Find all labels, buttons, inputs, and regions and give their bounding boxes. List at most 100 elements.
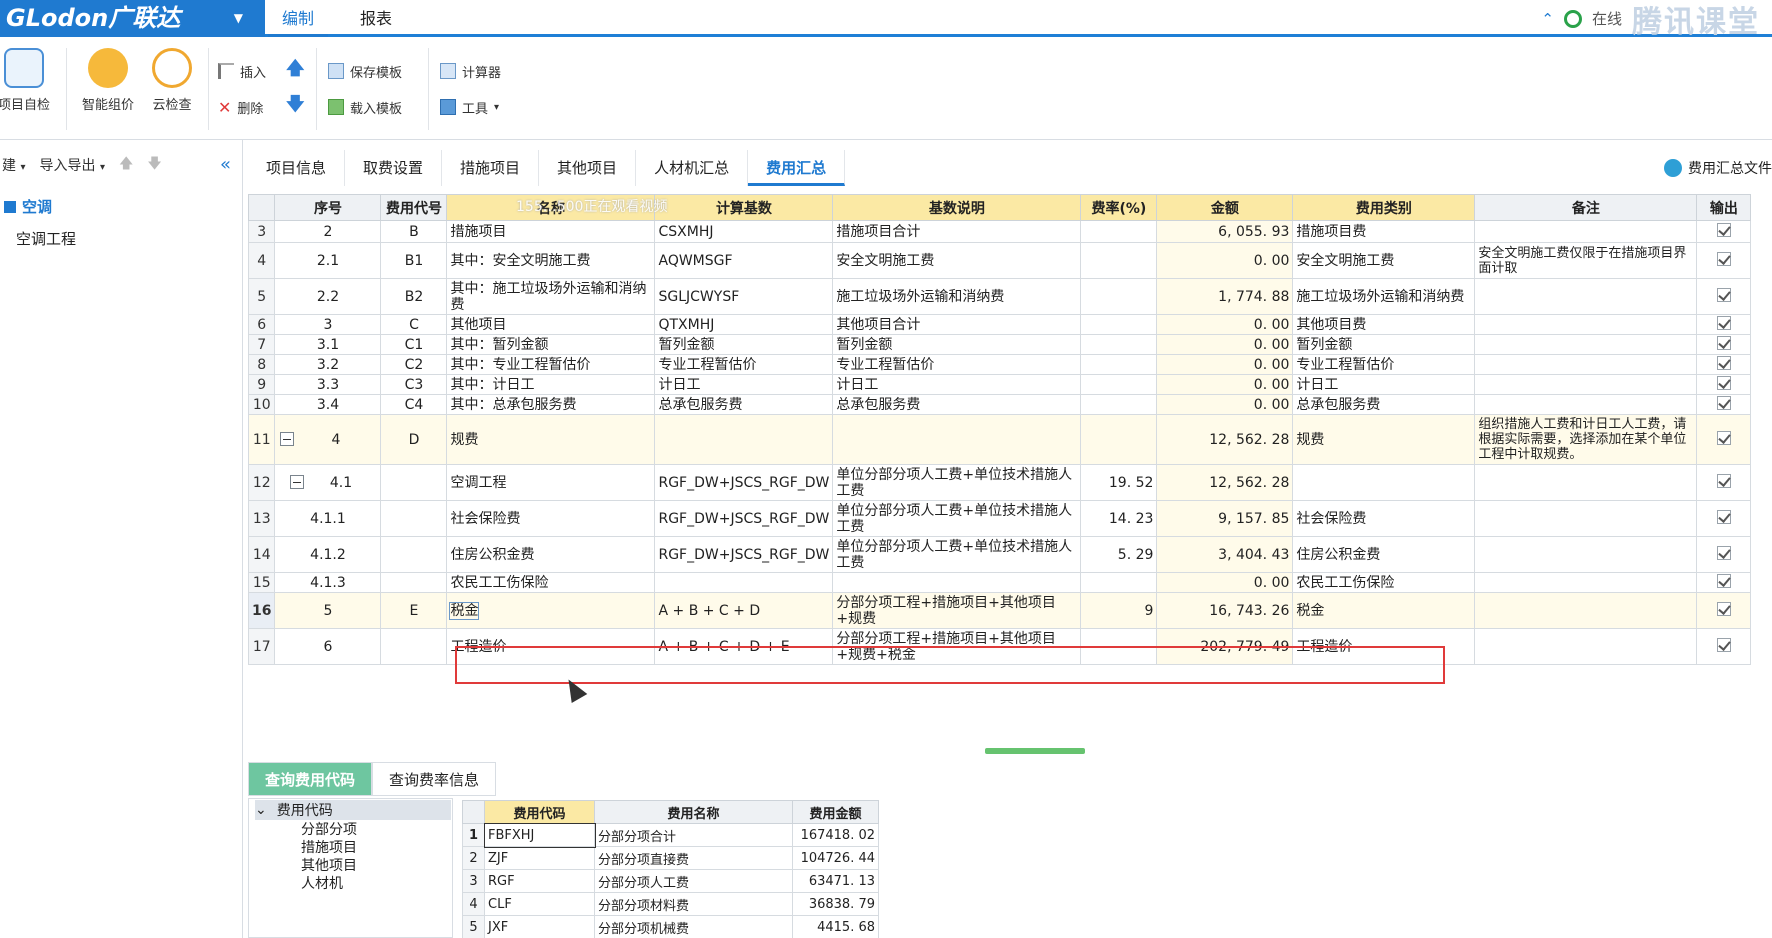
cell-seq[interactable]: 4.1.2 — [274, 536, 382, 573]
cell-category[interactable]: 安全文明施工费 — [1292, 242, 1476, 279]
cell-code[interactable]: C2 — [380, 354, 448, 375]
row-number[interactable]: 13 — [247, 500, 276, 537]
tab-project-info[interactable]: 项目信息 — [248, 150, 346, 186]
cell-code[interactable] — [380, 464, 448, 501]
collapse-minus-icon[interactable] — [290, 474, 305, 489]
cell-base[interactable] — [654, 572, 834, 593]
cell-code[interactable]: C1 — [380, 334, 448, 355]
cell-base[interactable]: AQWMSGF — [654, 242, 834, 279]
cell-base[interactable]: A + B + C + D — [654, 592, 834, 629]
tab-query-rate-info[interactable]: 查询费率信息 — [372, 762, 497, 796]
cell-category[interactable]: 暂列金额 — [1292, 334, 1476, 355]
list-item[interactable]: 3 RGF 分部分项人工费 63471. 13 — [462, 869, 879, 893]
cell-seq[interactable]: 4.1.1 — [274, 500, 382, 537]
tools-button[interactable]: 工具 ▾ — [440, 96, 499, 118]
output-checkbox[interactable] — [1716, 430, 1731, 445]
row-number[interactable]: 7 — [247, 334, 276, 355]
cell-amount[interactable]: 0. 00 — [1156, 314, 1294, 335]
cell-code[interactable]: C4 — [380, 394, 448, 415]
table-row[interactable]: 11 4 D 规费 12, 562. 28 规费 组织措施人工费和计日工人工费，请根据实际需… — [247, 414, 1752, 465]
calculator-button[interactable]: 计算器 — [440, 60, 501, 82]
cell-base[interactable]: 专业工程暂估价 — [654, 354, 834, 375]
cell-rate[interactable] — [1080, 314, 1158, 335]
table-row[interactable]: 12 4.1 空调工程 RGF_DW+JSCS_RGF_DW 单位分部分项人工费+单位技… — [247, 464, 1752, 501]
insert-button[interactable]: 插入 — [218, 60, 266, 82]
cell-rate[interactable] — [1080, 572, 1158, 593]
header-base-desc[interactable]: 基数说明 — [832, 194, 1082, 221]
tree-node-measures[interactable]: 措施项目 — [301, 837, 357, 857]
collapse-minus-icon[interactable] — [280, 431, 295, 446]
table-row[interactable]: 16 5 E 税金 A + B + C + D 分部分项工程+措施项目+其他项目+规费 9 1… — [247, 592, 1752, 629]
cell-note[interactable] — [1474, 592, 1698, 629]
cell-note[interactable] — [1474, 536, 1698, 573]
cell-base-desc[interactable]: 安全文明施工费 — [832, 242, 1082, 279]
cell-seq[interactable]: 3.4 — [274, 394, 382, 415]
cell-note[interactable] — [1474, 464, 1698, 501]
project-check-button[interactable]: 项目自检 — [0, 48, 58, 113]
header-fee-amount[interactable]: 费用金额 — [792, 800, 879, 824]
table-row[interactable]: 7 3.1 C1 其中：暂列金额 暂列金额 暂列金额 0. 00 暂列金额 — [247, 334, 1752, 355]
output-checkbox[interactable] — [1716, 473, 1731, 488]
cell-category[interactable]: 社会保险费 — [1292, 500, 1476, 537]
cell-fee-code[interactable]: RGF — [484, 869, 595, 893]
cell-fee-amount[interactable]: 4415. 68 — [792, 915, 879, 938]
cell-base[interactable]: RGF_DW+JSCS_RGF_DW — [654, 464, 834, 501]
header-category[interactable]: 费用类别 — [1292, 194, 1476, 221]
row-number[interactable]: 9 — [247, 374, 276, 395]
cell-note[interactable] — [1474, 220, 1698, 243]
cell-amount[interactable]: 0. 00 — [1156, 572, 1294, 593]
cell-amount[interactable]: 12, 562. 28 — [1156, 464, 1294, 501]
online-label[interactable]: 在线 — [1592, 8, 1622, 29]
cell-rate[interactable] — [1080, 414, 1158, 465]
header-base[interactable]: 计算基数 — [654, 194, 834, 221]
cell-base-desc[interactable]: 单位分部分项人工费+单位技术措施人工费 — [832, 464, 1082, 501]
cell-base-desc[interactable]: 暂列金额 — [832, 334, 1082, 355]
tab-query-fee-code[interactable]: 查询费用代码 — [248, 762, 373, 796]
cell-category[interactable]: 施工垃圾场外运输和消纳费 — [1292, 278, 1476, 315]
save-template-button[interactable]: 保存模板 — [328, 60, 402, 82]
cell-base[interactable]: 总承包服务费 — [654, 394, 834, 415]
cell-code[interactable]: B1 — [380, 242, 448, 279]
cell-seq[interactable]: 3 — [274, 314, 382, 335]
header-seq[interactable]: 序号 — [274, 194, 382, 221]
cell-rate[interactable]: 19. 52 — [1080, 464, 1158, 501]
cell-code[interactable]: B — [380, 220, 448, 243]
output-checkbox[interactable] — [1716, 287, 1731, 302]
cell-name[interactable]: 其中：暂列金额 — [446, 334, 656, 355]
cell-amount[interactable]: 0. 00 — [1156, 334, 1294, 355]
cell-category[interactable]: 税金 — [1292, 592, 1476, 629]
cell-base-desc[interactable]: 措施项目合计 — [832, 220, 1082, 243]
output-checkbox[interactable] — [1716, 251, 1731, 266]
cell-fee-amount[interactable]: 63471. 13 — [792, 869, 879, 893]
tab-fee-settings[interactable]: 取费设置 — [345, 150, 443, 186]
cell-base[interactable]: CSXMHJ — [654, 220, 834, 243]
cell-note[interactable] — [1474, 334, 1698, 355]
cell-fee-name[interactable]: 分部分项直接费 — [594, 846, 793, 870]
cell-seq[interactable]: 4 — [274, 414, 382, 465]
cell-name[interactable]: 住房公积金费 — [446, 536, 656, 573]
cell-code[interactable]: E — [380, 592, 448, 629]
cell-category[interactable]: 规费 — [1292, 414, 1476, 465]
cell-fee-code[interactable]: ZJF — [484, 846, 595, 870]
import-export-button[interactable]: 导入导出 ▾ — [39, 155, 104, 175]
chevron-up-icon[interactable]: ⌃ — [1541, 10, 1554, 28]
load-template-button[interactable]: 载入模板 — [328, 96, 402, 118]
cell-base-desc[interactable]: 计日工 — [832, 374, 1082, 395]
cell-base-desc[interactable]: 分部分项工程+措施项目+其他项目+规费 — [832, 592, 1082, 629]
table-row[interactable]: 6 3 C 其他项目 QTXMHJ 其他项目合计 0. 00 其他项目费 — [247, 314, 1752, 335]
cell-output[interactable] — [1696, 220, 1752, 243]
output-checkbox[interactable] — [1716, 335, 1731, 350]
list-item[interactable]: 1 FBFXHJ 分部分项合计 167418. 02 — [462, 822, 879, 848]
cell-name[interactable]: 其中：专业工程暂估价 — [446, 354, 656, 375]
tree-node-other[interactable]: 其他项目 — [301, 855, 357, 875]
cell-note[interactable]: 安全文明施工费仅限于在措施项目界面计取 — [1474, 242, 1698, 279]
cell-category[interactable]: 措施项目费 — [1292, 220, 1476, 243]
cell-name[interactable]: 其中：安全文明施工费 — [446, 242, 656, 279]
row-number[interactable]: 4 — [247, 242, 276, 279]
cell-fee-name[interactable]: 分部分项合计 — [594, 823, 793, 847]
cell-code[interactable] — [380, 536, 448, 573]
cell-seq[interactable]: 2 — [274, 220, 382, 243]
cell-code[interactable]: D — [380, 414, 448, 465]
cell-output[interactable] — [1696, 414, 1752, 465]
tab-resource-summary[interactable]: 人材机汇总 — [636, 150, 749, 186]
